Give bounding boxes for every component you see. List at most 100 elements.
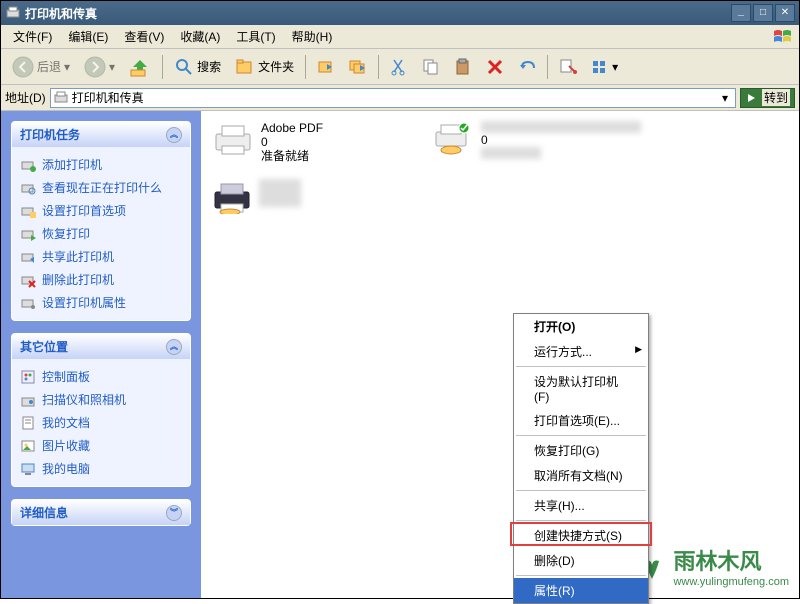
context-menu: 打开(O) 运行方式...▶ 设为默认打印机(F) 打印首选项(E)... 恢复… [513, 313, 649, 604]
link-label: 控制面板 [42, 368, 90, 385]
collapse-icon[interactable]: ︽ [166, 127, 182, 143]
menu-shortcut[interactable]: 创建快捷方式(S) [514, 523, 648, 548]
menu-separator [516, 435, 646, 436]
menu-separator [516, 575, 646, 576]
printer-item-adobe-pdf[interactable]: Adobe PDF 0 准备就绪 [211, 121, 421, 163]
printer-item-2[interactable]: 0 [431, 121, 641, 159]
titlebar[interactable]: 打印机和传真 _ □ ✕ [1, 1, 799, 25]
documents-icon [20, 415, 36, 431]
printer-view-icon [20, 180, 36, 196]
link-control-panel[interactable]: 控制面板 [20, 365, 182, 388]
menu-edit[interactable]: 编辑(E) [60, 26, 116, 47]
back-button[interactable]: 后退▾ [7, 54, 75, 80]
dropdown-icon: ▾ [612, 60, 618, 74]
task-set-preferences[interactable]: 设置打印首选项 [20, 199, 182, 222]
cut-button[interactable] [385, 54, 413, 80]
panel-title: 其它位置 [20, 338, 68, 355]
go-button[interactable]: 转到 [740, 88, 795, 108]
forward-button[interactable]: ▾ [79, 54, 120, 80]
link-scanners-cameras[interactable]: 扫描仪和照相机 [20, 388, 182, 411]
printer-text: Adobe PDF 0 准备就绪 [261, 121, 323, 163]
views-button[interactable]: ▾ [586, 54, 623, 80]
go-label: 转到 [762, 89, 790, 106]
printer-resume-icon [20, 226, 36, 242]
window: 打印机和传真 _ □ ✕ 文件(F) 编辑(E) 查看(V) 收藏(A) 工具(… [0, 0, 800, 599]
panel-header[interactable]: 详细信息 ︾ [12, 500, 190, 525]
watermark-url: www.yulingmufeng.com [673, 576, 789, 588]
menu-label: 运行方式... [534, 345, 592, 359]
folders-label: 文件夹 [258, 58, 294, 75]
task-label: 查看现在正在打印什么 [42, 179, 162, 196]
task-label: 共享此打印机 [42, 248, 114, 265]
expand-icon[interactable]: ︾ [166, 505, 182, 521]
control-panel-icon [20, 369, 36, 385]
separator [162, 55, 163, 79]
delete-button[interactable] [481, 54, 509, 80]
task-share-printer[interactable]: 共享此打印机 [20, 245, 182, 268]
watermark-text: 雨林木风 www.yulingmufeng.com [673, 544, 789, 588]
network-printer-icon [431, 121, 475, 157]
menu-resume[interactable]: 恢复打印(G) [514, 438, 648, 463]
menu-favorites[interactable]: 收藏(A) [172, 26, 228, 47]
maximize-button[interactable]: □ [753, 4, 773, 22]
undo-button[interactable] [513, 54, 541, 80]
task-delete-printer[interactable]: 删除此打印机 [20, 268, 182, 291]
separator [547, 55, 548, 79]
search-button[interactable]: 搜索 [169, 54, 226, 80]
sidebar: 打印机任务 ︽ 添加打印机 查看现在正在打印什么 设置打印首选项 恢复打印 共享此… [1, 111, 201, 598]
watermark-title: 雨林木风 [673, 544, 789, 576]
menu-cancel-all[interactable]: 取消所有文档(N) [514, 463, 648, 488]
link-my-computer[interactable]: 我的电脑 [20, 457, 182, 480]
app-icon [5, 5, 21, 21]
menu-tools[interactable]: 工具(T) [228, 26, 283, 47]
panel-header[interactable]: 打印机任务 ︽ [12, 122, 190, 147]
panel-body: 控制面板 扫描仪和照相机 我的文档 图片收藏 我的电脑 [12, 359, 190, 486]
close-button[interactable]: ✕ [775, 4, 795, 22]
address-input[interactable]: 打印机和传真 ▾ [50, 88, 736, 108]
link-my-documents[interactable]: 我的文档 [20, 411, 182, 434]
dropdown-icon[interactable]: ▾ [717, 91, 733, 105]
printer-pref-icon [20, 203, 36, 219]
minimize-button[interactable]: _ [731, 4, 751, 22]
details-panel: 详细信息 ︾ [11, 499, 191, 526]
printer-tasks-panel: 打印机任务 ︽ 添加打印机 查看现在正在打印什么 设置打印首选项 恢复打印 共享此… [11, 121, 191, 321]
task-resume-print[interactable]: 恢复打印 [20, 222, 182, 245]
window-buttons: _ □ ✕ [731, 4, 795, 22]
menu-separator [516, 490, 646, 491]
properties-button[interactable] [554, 54, 582, 80]
folders-button[interactable]: 文件夹 [230, 54, 299, 80]
menu-set-default[interactable]: 设为默认打印机(F) [514, 369, 648, 408]
menu-open[interactable]: 打开(O) [514, 314, 648, 339]
menu-share[interactable]: 共享(H)... [514, 493, 648, 518]
menu-preferences[interactable]: 打印首选项(E)... [514, 408, 648, 433]
printer-name-redacted [481, 121, 641, 133]
task-printer-properties[interactable]: 设置打印机属性 [20, 291, 182, 314]
main-area[interactable]: Adobe PDF 0 准备就绪 0 打开(O) 运行方式...▶ 设为默认打印… [201, 111, 799, 598]
menu-properties[interactable]: 属性(R) [514, 578, 648, 603]
panel-title: 打印机任务 [20, 126, 80, 143]
menu-separator [516, 366, 646, 367]
panel-header[interactable]: 其它位置 ︽ [12, 334, 190, 359]
toolbar: 后退▾ ▾ 搜索 文件夹 ▾ [1, 49, 799, 85]
menu-help[interactable]: 帮助(H) [284, 26, 341, 47]
task-view-printing[interactable]: 查看现在正在打印什么 [20, 176, 182, 199]
menu-file[interactable]: 文件(F) [5, 26, 60, 47]
menu-label: 打开(O) [534, 320, 575, 334]
link-label: 图片收藏 [42, 437, 90, 454]
printer-delete-icon [20, 272, 36, 288]
up-button[interactable] [124, 54, 156, 80]
copy-button[interactable] [417, 54, 445, 80]
menu-delete[interactable]: 删除(D) [514, 548, 648, 573]
move-to-button[interactable] [312, 54, 340, 80]
address-label: 地址(D) [5, 89, 46, 106]
task-add-printer[interactable]: 添加打印机 [20, 153, 182, 176]
paste-button[interactable] [449, 54, 477, 80]
collapse-icon[interactable]: ︽ [166, 339, 182, 355]
link-my-pictures[interactable]: 图片收藏 [20, 434, 182, 457]
printer-item-selected[interactable] [211, 179, 301, 215]
printer-count: 0 [481, 133, 641, 147]
menu-run-as[interactable]: 运行方式...▶ [514, 339, 648, 364]
copy-to-button[interactable] [344, 54, 372, 80]
panel-title: 详细信息 [20, 504, 68, 521]
menu-view[interactable]: 查看(V) [116, 26, 172, 47]
